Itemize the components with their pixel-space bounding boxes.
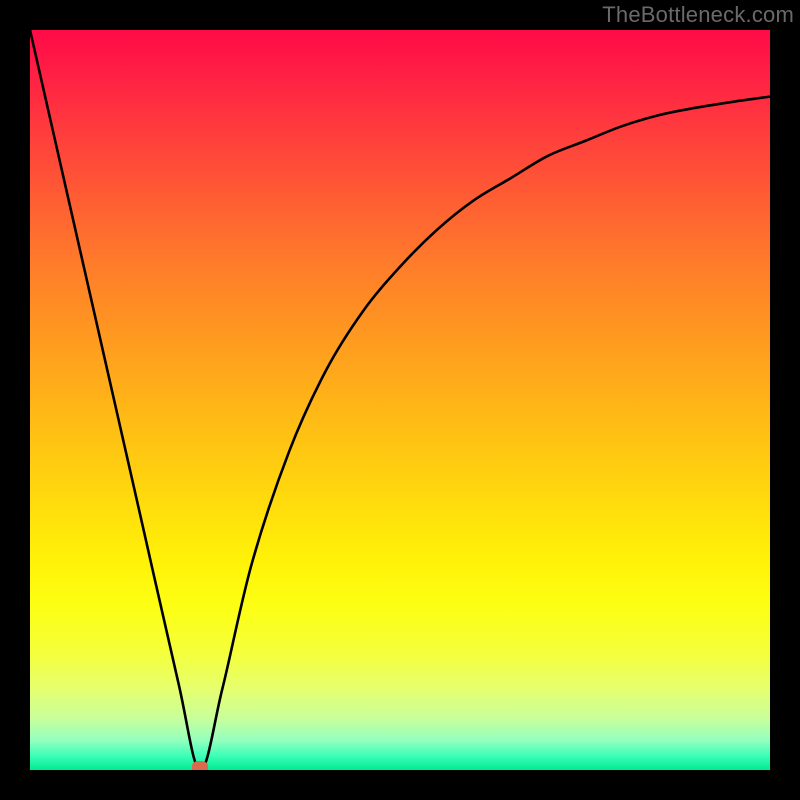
- plot-area: [30, 30, 770, 770]
- chart-frame: TheBottleneck.com: [0, 0, 800, 800]
- minimum-marker: [192, 761, 208, 770]
- attribution-label: TheBottleneck.com: [602, 2, 794, 28]
- bottleneck-curve: [30, 30, 770, 770]
